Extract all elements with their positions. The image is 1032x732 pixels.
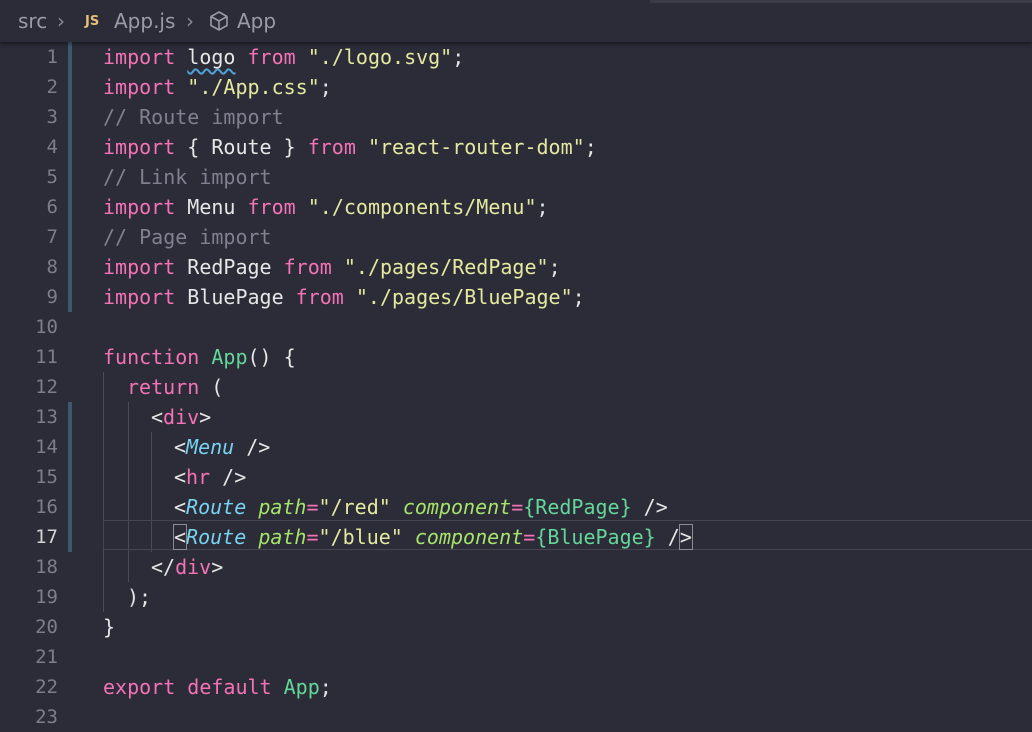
line-number: 3 [46,106,58,128]
line-number: 12 [35,376,58,398]
code-line[interactable]: <Route path="/red" component={RedPage} /… [174,492,668,522]
line-number: 7 [46,226,58,248]
code-line[interactable]: import { Route } from "react-router-dom"… [103,132,597,162]
code-line[interactable]: <Menu /> [174,432,270,462]
line-number: 8 [46,256,58,278]
line-number: 14 [35,436,58,458]
line-number: 15 [35,466,58,488]
code-line[interactable]: // Route import [103,102,284,132]
line-number: 22 [35,676,58,698]
line-number: 18 [35,556,58,578]
code-line[interactable]: import "./App.css"; [103,72,332,102]
tab-strip-edge [650,0,1032,3]
line-number: 5 [46,166,58,188]
code-line[interactable]: import BluePage from "./pages/BluePage"; [103,282,585,312]
line-number: 2 [46,76,58,98]
line-number: 11 [35,346,58,368]
code-line[interactable]: export default App; [103,672,332,702]
line-number-active: 17 [35,526,58,548]
code-line[interactable]: ); [127,582,151,612]
line-number: 9 [46,286,58,308]
chevron-right-icon: › [57,9,65,33]
code-line-active[interactable]: <Route path="/blue" component={BluePage}… [172,522,693,552]
code-line[interactable]: import RedPage from "./pages/RedPage"; [103,252,561,282]
breadcrumb-symbol[interactable]: App [237,9,276,33]
line-number: 23 [35,706,58,728]
line-number: 19 [35,586,58,608]
symbol-cube-icon [208,10,230,37]
code-line[interactable]: <hr /> [174,462,246,492]
line-number: 16 [35,496,58,518]
text-cursor: > [678,524,693,550]
line-number: 13 [35,406,58,428]
code-line[interactable]: function App() { [103,342,296,372]
code-editor[interactable]: 1 import logo from "./logo.svg"; 2 impor… [0,42,1032,728]
js-file-icon: JS [85,14,100,29]
code-line[interactable]: return ( [127,372,223,402]
code-line[interactable]: // Link import [103,162,272,192]
code-line[interactable]: import Menu from "./components/Menu"; [103,192,549,222]
chevron-right-icon: › [186,9,194,33]
code-line[interactable]: import logo from "./logo.svg"; [103,42,464,72]
code-line[interactable]: // Page import [103,222,272,252]
code-line[interactable]: <div> [151,402,211,432]
line-number: 10 [35,316,58,338]
code-line[interactable]: </div> [151,552,223,582]
line-number: 4 [46,136,58,158]
code-line[interactable]: } [103,612,115,642]
line-number: 1 [46,46,58,68]
line-number: 20 [35,616,58,638]
breadcrumb: src › JS App.js › App [0,0,1032,42]
breadcrumb-file[interactable]: App.js [114,9,175,33]
line-number: 6 [46,196,58,218]
line-number: 21 [35,646,58,668]
breadcrumb-folder[interactable]: src [18,9,47,33]
